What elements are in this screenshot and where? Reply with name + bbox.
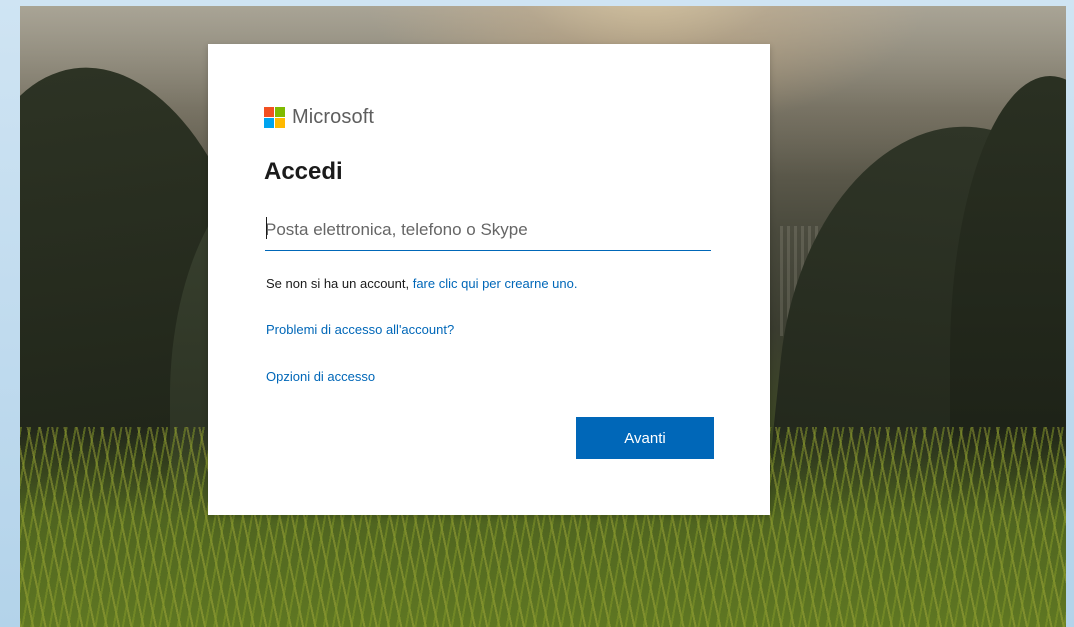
logo-blue-square xyxy=(264,118,274,128)
create-account-link[interactable]: fare clic qui per crearne uno. xyxy=(413,276,578,291)
signin-options-link[interactable]: Opzioni di accesso xyxy=(266,369,375,384)
trouble-signing-in-link[interactable]: Problemi di accesso all'account? xyxy=(266,322,454,337)
logo-green-square xyxy=(275,107,285,117)
email-field[interactable] xyxy=(265,212,711,251)
logo-yellow-square xyxy=(275,118,285,128)
no-account-line: Se non si ha un account, fare clic qui p… xyxy=(266,276,577,291)
brand-logo-row: Microsoft xyxy=(264,106,374,129)
page-title: Accedi xyxy=(264,158,343,185)
signin-card: Microsoft Accedi Se non si ha un account… xyxy=(208,44,770,515)
next-button[interactable]: Avanti xyxy=(576,417,714,459)
microsoft-logo-icon xyxy=(264,107,285,128)
no-account-text: Se non si ha un account, xyxy=(266,276,413,291)
brand-name: Microsoft xyxy=(292,106,375,128)
logo-red-square xyxy=(264,107,274,117)
text-caret xyxy=(266,217,267,239)
